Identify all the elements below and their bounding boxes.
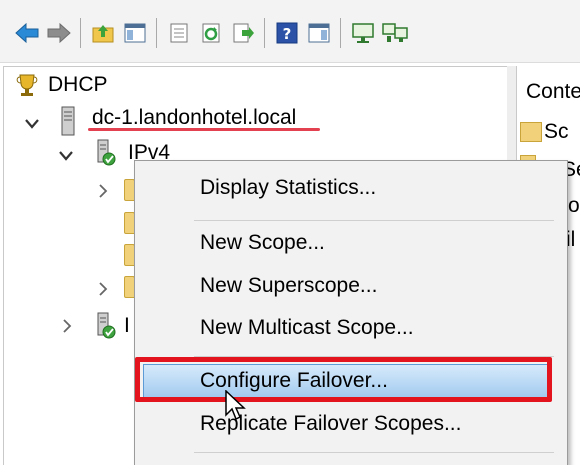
results-row-partial[interactable]: Sc [544, 120, 580, 144]
results-header-partial: Conte [526, 80, 580, 103]
menu-separator [194, 220, 554, 221]
tree-label-ipv6-partial: I [124, 314, 130, 337]
refresh-icon[interactable] [198, 20, 224, 46]
ipv4-scope-icon [94, 139, 118, 167]
red-underline [88, 128, 320, 131]
export-list-icon[interactable] [230, 20, 256, 46]
mouse-cursor-icon [224, 389, 246, 427]
help-icon[interactable]: ? [274, 20, 300, 46]
properties-icon[interactable] [166, 20, 192, 46]
chevron-down-icon[interactable] [24, 118, 40, 130]
toolbar-separator [80, 18, 81, 48]
tree-label-server: dc-1.landonhotel.local [92, 106, 297, 129]
toolbar: ? [0, 0, 580, 63]
tree-node-server[interactable]: dc-1.landonhotel.local [60, 106, 296, 136]
back-arrow-icon[interactable] [14, 20, 40, 46]
up-folder-icon[interactable] [90, 20, 116, 46]
red-highlight-box [135, 357, 552, 402]
results-row-partial[interactable]: o [568, 194, 580, 218]
network-icon[interactable] [382, 20, 408, 46]
chevron-right-icon[interactable] [62, 318, 72, 334]
toolbar-separator [340, 18, 341, 48]
dhcp-trophy-icon [14, 72, 42, 98]
add-server-icon[interactable] [350, 20, 376, 46]
menu-item-new-superscope[interactable]: New Superscope... [200, 274, 377, 298]
toolbar-separator [264, 18, 265, 48]
chevron-down-icon[interactable] [58, 150, 74, 162]
chevron-right-icon[interactable] [98, 281, 108, 297]
menu-item-new-multicast-scope[interactable]: New Multicast Scope... [200, 316, 414, 340]
folder-icon [520, 122, 542, 142]
svg-text:?: ? [283, 25, 292, 43]
chevron-right-icon[interactable] [98, 183, 108, 199]
results-row-partial[interactable]: il [566, 228, 580, 252]
show-hide-tree-icon[interactable] [122, 20, 148, 46]
menu-item-new-scope[interactable]: New Scope... [200, 231, 325, 255]
tree-label-dhcp: DHCP [48, 73, 108, 96]
menu-item-display-statistics[interactable]: Display Statistics... [200, 176, 376, 200]
action-pane-icon[interactable] [306, 20, 332, 46]
menu-separator [194, 452, 554, 453]
ipv6-scope-icon [94, 312, 118, 340]
tree-node-ipv6[interactable]: I [94, 312, 130, 340]
toolbar-separator [156, 18, 157, 48]
server-icon [60, 106, 78, 136]
tree-node-dhcp[interactable]: DHCP [14, 72, 108, 98]
forward-arrow-icon[interactable] [46, 20, 72, 46]
